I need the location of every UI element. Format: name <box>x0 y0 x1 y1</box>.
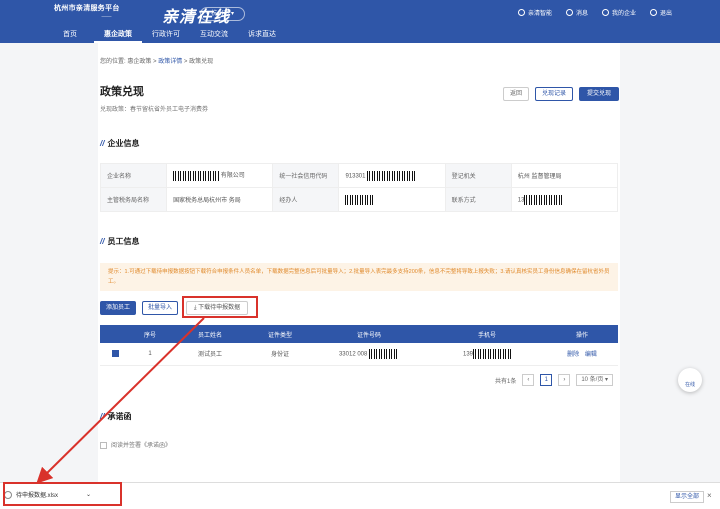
annotation-arrow <box>36 317 205 484</box>
